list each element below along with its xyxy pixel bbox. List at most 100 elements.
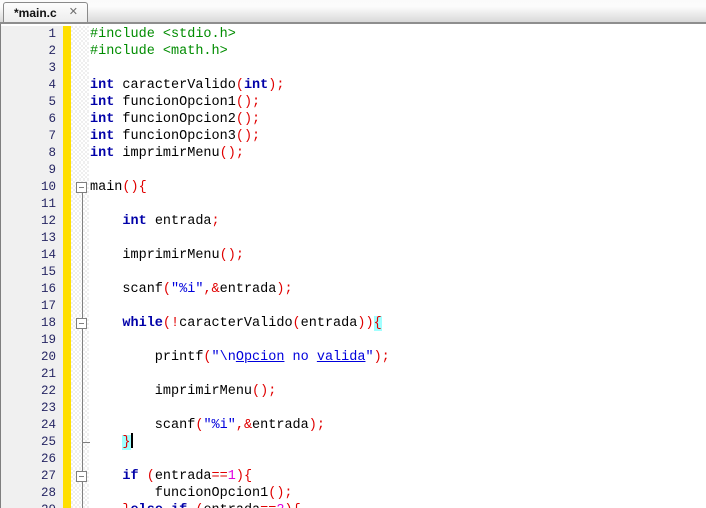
code-segment: ){ — [284, 503, 300, 508]
code-line: 21 — [1, 366, 706, 383]
code-line-text[interactable] — [89, 400, 706, 417]
code-line-text[interactable]: main(){ — [89, 179, 706, 196]
code-line-text[interactable] — [89, 451, 706, 468]
code-segment: caracterValido — [179, 316, 292, 331]
fold-connector-line — [82, 383, 83, 400]
code-line-text[interactable]: } — [89, 434, 706, 451]
modified-line-bar — [63, 281, 71, 298]
code-segment — [90, 316, 122, 331]
code-segment: entrada — [155, 469, 212, 484]
code-segment: (); — [236, 112, 260, 127]
fold-margin-cell — [71, 128, 89, 145]
code-line-text[interactable] — [89, 366, 706, 383]
fold-margin-cell — [71, 94, 89, 111]
code-line: 11 — [1, 196, 706, 213]
line-number: 26 — [1, 451, 63, 468]
code-line-text[interactable]: funcionOpcion1(); — [89, 485, 706, 502]
code-line-text[interactable]: imprimirMenu(); — [89, 247, 706, 264]
code-segment: int — [90, 78, 114, 93]
code-line-text[interactable] — [89, 264, 706, 281]
line-number: 4 — [1, 77, 63, 94]
modified-line-bar — [63, 111, 71, 128]
code-segment: int — [90, 112, 114, 127]
modified-line-bar — [63, 366, 71, 383]
code-segment: imprimirMenu — [114, 146, 219, 161]
code-line: 14 imprimirMenu(); — [1, 247, 706, 264]
code-line-text[interactable]: int entrada; — [89, 213, 706, 230]
modified-line-bar — [63, 349, 71, 366]
code-segment: ( — [163, 282, 171, 297]
fold-margin-cell — [71, 383, 89, 400]
code-line: 18 while(!caracterValido(entrada)){ — [1, 315, 706, 332]
line-number: 27 — [1, 468, 63, 485]
tab-close-icon[interactable]: ✕ — [69, 7, 78, 18]
code-line: 17 — [1, 298, 706, 315]
code-line-text[interactable]: scanf("%i",&entrada); — [89, 417, 706, 434]
code-line: 28 funcionOpcion1(); — [1, 485, 706, 502]
code-line: 27 if (entrada==1){ — [1, 468, 706, 485]
code-segment: caracterValido — [114, 78, 236, 93]
code-segment: "%i" — [171, 282, 203, 297]
code-segment: "%i" — [203, 418, 235, 433]
code-line: 8 int imprimirMenu(); — [1, 145, 706, 162]
code-line-text[interactable]: int imprimirMenu(); — [89, 145, 706, 162]
fold-collapse-icon[interactable] — [76, 318, 87, 329]
code-segment: ( — [293, 316, 301, 331]
code-line-text[interactable]: }else if (entrada==2){ — [89, 502, 706, 508]
code-line-text[interactable]: printf("\nOpcion no valida"); — [89, 349, 706, 366]
fold-connector-line — [82, 264, 83, 281]
line-number: 11 — [1, 196, 63, 213]
modified-line-bar — [63, 213, 71, 230]
fold-margin-cell — [71, 264, 89, 281]
fold-collapse-icon[interactable] — [76, 471, 87, 482]
code-line-text[interactable]: int funcionOpcion3(); — [89, 128, 706, 145]
code-line-text[interactable] — [89, 162, 706, 179]
fold-connector-line — [82, 298, 83, 315]
code-segment: entrada — [252, 418, 309, 433]
code-line-text[interactable] — [89, 60, 706, 77]
modified-line-bar — [63, 162, 71, 179]
fold-connector-line — [82, 332, 83, 349]
code-line: 24 scanf("%i",&entrada); — [1, 417, 706, 434]
code-line-text[interactable]: #include <stdio.h> — [89, 26, 706, 43]
code-line-text[interactable]: if (entrada==1){ — [89, 468, 706, 485]
code-segment: ( — [147, 469, 155, 484]
modified-line-bar — [63, 468, 71, 485]
code-segment: == — [212, 469, 228, 484]
code-segment: funcionOpcion3 — [114, 129, 236, 144]
modified-line-bar — [63, 230, 71, 247]
code-line-text[interactable]: imprimirMenu(); — [89, 383, 706, 400]
code-segment: "\n — [212, 350, 236, 365]
code-line-text[interactable]: scanf("%i",&entrada); — [89, 281, 706, 298]
modified-line-bar — [63, 332, 71, 349]
code-line: 15 — [1, 264, 706, 281]
code-line-text[interactable]: int caracterValido(int); — [89, 77, 706, 94]
code-line-text[interactable] — [89, 332, 706, 349]
fold-margin-cell — [71, 77, 89, 94]
line-number: 6 — [1, 111, 63, 128]
code-line-text[interactable] — [89, 298, 706, 315]
code-line-text[interactable] — [89, 196, 706, 213]
tab-main-c[interactable]: *main.c ✕ — [3, 2, 88, 22]
code-segment: ( — [203, 350, 211, 365]
fold-margin-cell — [71, 60, 89, 77]
code-line: 2 #include <math.h> — [1, 43, 706, 60]
modified-line-bar — [63, 451, 71, 468]
fold-connector-line — [82, 196, 83, 213]
code-line-text[interactable]: while(!caracterValido(entrada)){ — [89, 315, 706, 332]
code-segment: ,& — [236, 418, 252, 433]
code-segment: if — [122, 469, 138, 484]
fold-collapse-icon[interactable] — [76, 182, 87, 193]
code-segment: ; — [212, 214, 220, 229]
line-number: 14 — [1, 247, 63, 264]
code-editor-area[interactable]: 1 #include <stdio.h> 2 #include <math.h>… — [0, 24, 706, 508]
text-caret — [131, 433, 133, 448]
code-line: 4 int caracterValido(int); — [1, 77, 706, 94]
code-line-text[interactable]: #include <math.h> — [89, 43, 706, 60]
editor-lines: 1 #include <stdio.h> 2 #include <math.h>… — [1, 24, 706, 508]
code-segment: funcionOpcion1 — [114, 95, 236, 110]
code-line-text[interactable]: int funcionOpcion1(); — [89, 94, 706, 111]
code-segment: (); — [268, 486, 292, 501]
code-line-text[interactable]: int funcionOpcion2(); — [89, 111, 706, 128]
code-line-text[interactable] — [89, 230, 706, 247]
